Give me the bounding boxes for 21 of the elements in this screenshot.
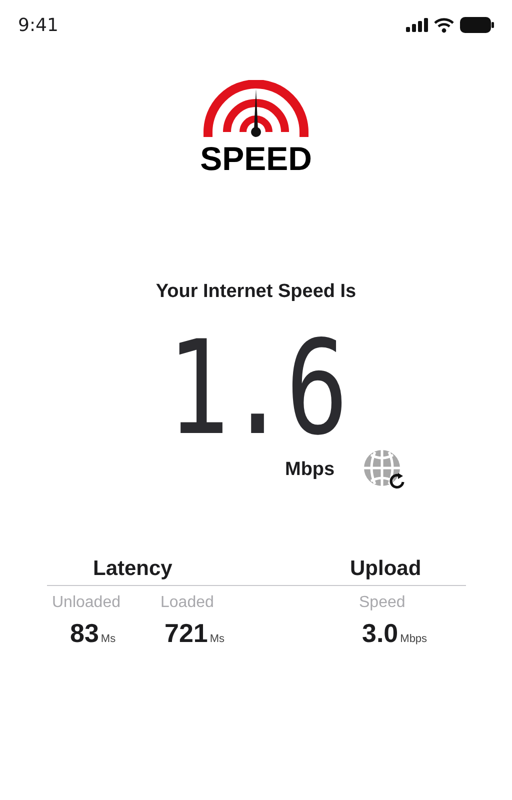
metric-unit: Ms (100, 633, 116, 645)
logo-text: SPEED (200, 141, 312, 177)
battery-icon (460, 17, 494, 33)
metric-label: Unloaded (52, 594, 120, 612)
status-time: 9:41 (18, 14, 58, 36)
metric-unit: Mbps (400, 633, 428, 645)
wifi-icon (434, 18, 454, 32)
metric-label: Loaded (160, 594, 214, 612)
metric-label: Speed (359, 594, 406, 612)
speed-unit: Mbps (285, 459, 335, 481)
globe-refresh-icon[interactable] (362, 449, 407, 491)
speed-value: 1.6 (166, 333, 346, 443)
speedometer-logo-icon (203, 80, 309, 140)
metric-value: 721 (164, 618, 208, 649)
signal-icon (406, 18, 428, 32)
latency-title: Latency (47, 557, 347, 586)
speed-heading: Your Internet Speed Is (154, 281, 358, 303)
metric-unit: Ms (210, 633, 225, 645)
upload-title: Upload (347, 557, 466, 586)
metric-value: 3.0 (362, 618, 398, 649)
metric-value: 83 (70, 618, 99, 649)
